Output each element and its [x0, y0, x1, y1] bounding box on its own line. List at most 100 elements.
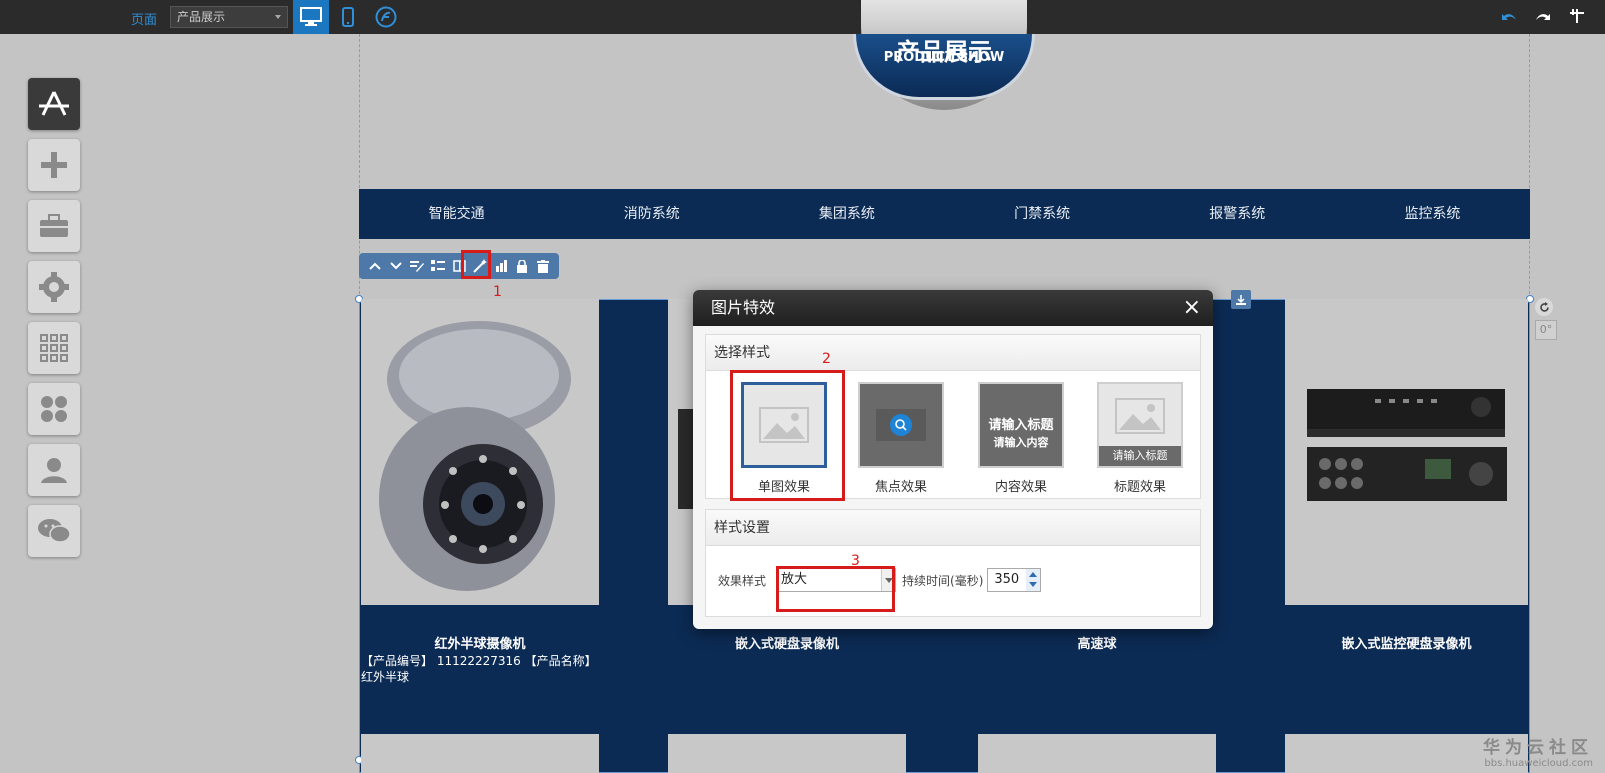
- product-title[interactable]: 嵌入式监控硬盘录像机: [1285, 633, 1528, 652]
- rotate-widget: 0°: [1535, 298, 1557, 344]
- rotate-degree[interactable]: 0°: [1535, 320, 1557, 340]
- history-tools: [1499, 6, 1587, 26]
- thumb-content: 请输入内容: [993, 436, 1049, 449]
- undo-button[interactable]: [1499, 6, 1519, 26]
- product-desc: 【产品编号】 11122227316 【产品名称】 红外半球: [361, 654, 597, 684]
- modules-button[interactable]: [28, 383, 80, 435]
- dialog-header: 图片特效 ×: [693, 290, 1213, 326]
- lock-button[interactable]: [514, 257, 530, 275]
- duration-value: 350: [994, 572, 1020, 587]
- list-style-button[interactable]: [430, 257, 446, 275]
- zoom-icon: [876, 409, 926, 441]
- chevron-up-icon: [369, 262, 381, 270]
- close-icon[interactable]: ×: [1183, 290, 1201, 326]
- list-icon: [431, 260, 445, 271]
- style-thumb: 请输入标题: [1097, 382, 1183, 468]
- duration-label: 持续时间(毫秒): [902, 573, 984, 588]
- rotate-icon: [1539, 301, 1549, 312]
- page-select-value: 产品展示: [177, 10, 226, 24]
- effect-label: 效果样式: [718, 573, 767, 588]
- chevron-down-icon: [390, 262, 402, 270]
- module-download-button[interactable]: [1231, 290, 1251, 309]
- nav-item[interactable]: 监控系统: [1335, 189, 1530, 239]
- grid-icon: [40, 334, 68, 362]
- thumb-title-bar: 请输入标题: [1099, 446, 1181, 466]
- nav-item[interactable]: 门禁系统: [945, 189, 1140, 239]
- trash-icon: [537, 259, 549, 273]
- delete-button[interactable]: [535, 257, 551, 275]
- app-store-icon: [39, 91, 69, 116]
- site-nav: 智能交通 消防系统 集团系统 门禁系统 报警系统 监控系统: [359, 189, 1530, 239]
- edit-button[interactable]: [409, 257, 425, 275]
- bar-chart-icon: [495, 260, 507, 272]
- undo-icon: [1502, 14, 1516, 20]
- duration-stepper[interactable]: 350: [987, 568, 1042, 592]
- modules-icon: [41, 396, 67, 422]
- product-image[interactable]: [978, 734, 1216, 773]
- watermark: 华为云社区 bbs.huaweicloud.com: [1483, 733, 1593, 769]
- plus-icon: [41, 152, 67, 178]
- member-button[interactable]: [28, 444, 80, 496]
- style-thumb: [858, 382, 944, 468]
- annotation-number-3: 3: [851, 553, 860, 569]
- toolbox-icon: [40, 214, 68, 237]
- product-image[interactable]: [1285, 299, 1528, 605]
- annotation-number-2: 2: [822, 351, 831, 367]
- toolbox-button[interactable]: [28, 200, 80, 252]
- add-module-button[interactable]: [28, 139, 80, 191]
- style-label: 焦点效果: [874, 480, 927, 495]
- redo-button[interactable]: [1533, 6, 1553, 26]
- app-store-button[interactable]: [28, 78, 80, 130]
- annotation-box-2: [730, 370, 845, 501]
- gear-icon: [39, 272, 69, 302]
- dialog-title: 图片特效: [711, 298, 776, 317]
- mobile-view-button[interactable]: [330, 0, 366, 34]
- product-title[interactable]: 红外半球摄像机: [361, 633, 599, 652]
- settings-button[interactable]: [28, 261, 80, 313]
- guides-icon: [1570, 9, 1584, 23]
- edit-icon: [410, 261, 424, 272]
- grid-button[interactable]: [28, 322, 80, 374]
- product-title[interactable]: 嵌入式硬盘录像机: [668, 633, 906, 652]
- move-down-button[interactable]: [388, 257, 404, 275]
- nav-item[interactable]: 报警系统: [1140, 189, 1335, 239]
- style-thumb: 请输入标题 请输入内容: [978, 382, 1064, 468]
- nav-item[interactable]: 智能交通: [359, 189, 554, 239]
- style-option-focus[interactable]: 焦点效果: [856, 382, 946, 495]
- product-image[interactable]: [361, 299, 599, 605]
- section-title: 选择样式: [706, 335, 1200, 371]
- product-image[interactable]: [668, 734, 906, 773]
- redo-icon: [1536, 14, 1550, 20]
- style-option-title[interactable]: 请输入标题 标题效果: [1095, 382, 1185, 495]
- product-title[interactable]: 高速球: [978, 633, 1216, 652]
- publish-button[interactable]: [368, 0, 404, 34]
- module-edit-toolbar: [359, 253, 559, 279]
- style-option-content[interactable]: 请输入标题 请输入内容 内容效果: [976, 382, 1066, 495]
- page-select[interactable]: 产品展示: [170, 6, 288, 28]
- product-image[interactable]: [361, 734, 599, 773]
- section-title: 样式设置: [706, 510, 1200, 546]
- spinner-arrows-icon[interactable]: [1026, 569, 1041, 591]
- nav-item[interactable]: 集团系统: [749, 189, 944, 239]
- statistics-button[interactable]: [493, 257, 509, 275]
- style-label: 内容效果: [994, 480, 1047, 495]
- image-placeholder-icon: [1115, 398, 1165, 434]
- user-icon: [41, 458, 67, 483]
- desktop-view-button[interactable]: [293, 0, 329, 34]
- annotation-box-1: [461, 250, 491, 279]
- thumb-title: 请输入标题: [988, 418, 1054, 433]
- annotation-number-1: 1: [493, 284, 502, 300]
- wechat-button[interactable]: [28, 505, 80, 557]
- annotation-box-3: [776, 566, 895, 612]
- guides-button[interactable]: [1567, 6, 1587, 26]
- product-show-logo: 产品展示 PRODUCT SHOW: [853, 0, 1035, 110]
- rotate-button[interactable]: [1535, 298, 1553, 316]
- nav-item[interactable]: 消防系统: [554, 189, 749, 239]
- mobile-icon: [342, 7, 354, 27]
- watermark-text: 华为云社区: [1483, 738, 1593, 758]
- wechat-icon: [38, 519, 71, 543]
- lock-icon: [517, 259, 527, 273]
- move-up-button[interactable]: [367, 257, 383, 275]
- page-label: 页面: [131, 13, 158, 28]
- publish-icon: [375, 6, 397, 28]
